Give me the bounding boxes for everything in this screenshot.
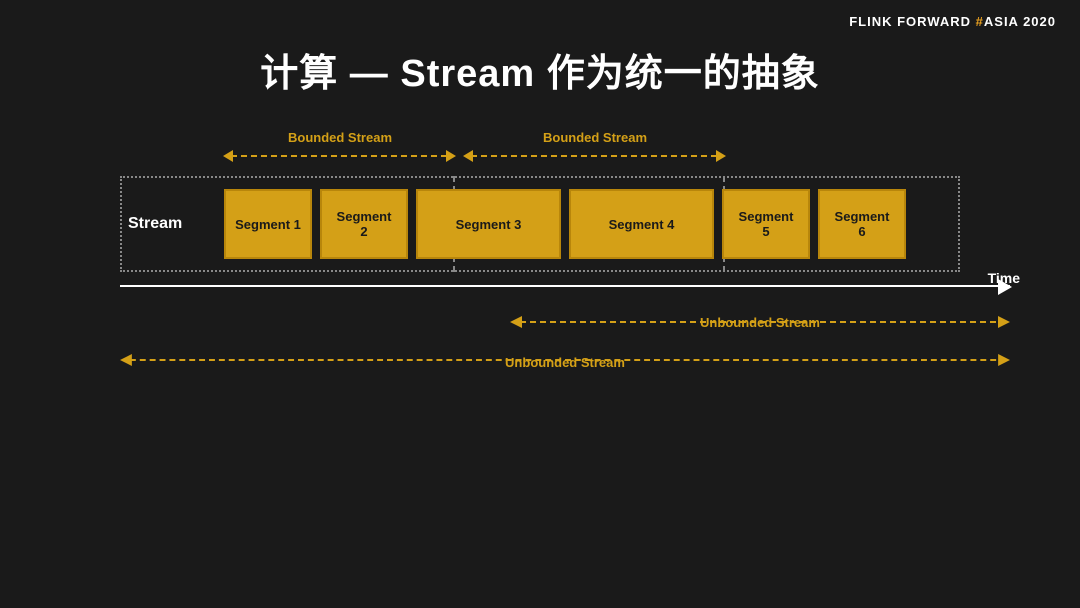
header-branding: FLINK FORWARD #ASIA 2020 bbox=[849, 14, 1056, 29]
time-axis bbox=[120, 285, 1010, 287]
unbounded-label-lower: Unbounded Stream bbox=[120, 355, 1010, 370]
segment-6: Segment6 bbox=[818, 189, 906, 259]
segments-container: Segment 1 Segment2 Segment 3 Segment 4 S… bbox=[220, 183, 910, 265]
bounded-label-2: Bounded Stream bbox=[460, 130, 730, 145]
hash-symbol: # bbox=[976, 14, 984, 29]
stream-label: Stream bbox=[128, 176, 218, 272]
bounded-label-1: Bounded Stream bbox=[220, 130, 460, 145]
unbounded-label-upper: Unbounded Stream bbox=[510, 315, 1010, 330]
bounded-arrow-2 bbox=[463, 148, 726, 164]
conference-text: ASIA 2020 bbox=[984, 14, 1056, 29]
brand-text: FLINK FORWARD bbox=[849, 14, 975, 29]
segment-4: Segment 4 bbox=[569, 189, 714, 259]
segment-3: Segment 3 bbox=[416, 189, 561, 259]
segment-2: Segment2 bbox=[320, 189, 408, 259]
bounded-arrow-1 bbox=[223, 148, 456, 164]
page-title: 计算 — Stream 作为统一的抽象 bbox=[0, 42, 1080, 97]
time-label: Time bbox=[988, 270, 1020, 286]
segment-1: Segment 1 bbox=[224, 189, 312, 259]
diagram-container: Bounded Stream Bounded Stream Stream Seg… bbox=[60, 130, 1020, 490]
segment-5: Segment5 bbox=[722, 189, 810, 259]
